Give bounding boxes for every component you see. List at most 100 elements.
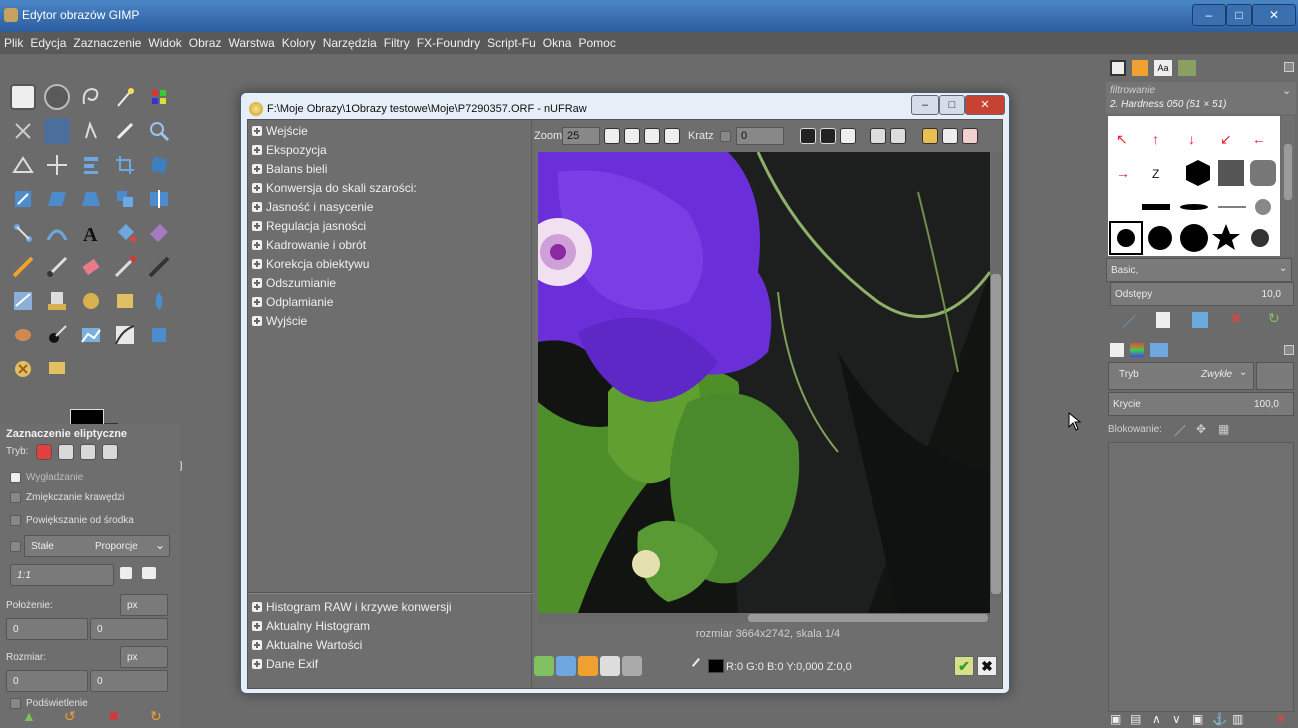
layers-menu-icon[interactable] <box>1284 345 1294 355</box>
measure-tool-icon[interactable] <box>10 152 36 178</box>
delete-brush-icon[interactable]: ✖ <box>1230 310 1242 327</box>
zoom-tool-icon[interactable] <box>146 118 172 144</box>
edit-brush-icon[interactable]: ／ <box>1122 312 1136 332</box>
spacing-slider[interactable]: Odstępy 10,0 <box>1110 282 1294 306</box>
zoom-input[interactable]: 25 <box>562 127 600 145</box>
color-picker-tool-icon[interactable] <box>112 118 138 144</box>
opacity-slider[interactable]: Krycie 100,0 <box>1108 392 1294 416</box>
foreground-color-select-icon[interactable] <box>44 322 70 348</box>
restore-options-icon[interactable]: ↺ <box>64 708 76 725</box>
position-y-input[interactable]: 0 <box>90 618 168 640</box>
menu-widok[interactable]: Widok <box>144 32 184 50</box>
white-bg-button[interactable] <box>840 128 856 144</box>
dock-menu-icon[interactable] <box>1284 62 1294 72</box>
menu-kolory[interactable]: Kolory <box>278 32 319 50</box>
underexposure-warning-icon[interactable] <box>890 128 906 144</box>
save-options-icon[interactable]: ▲ <box>22 708 36 724</box>
menu-zaznaczenie[interactable]: Zaznaczenie <box>69 32 144 50</box>
size-x-input[interactable]: 0 <box>6 670 88 692</box>
preview-vscrollbar[interactable] <box>990 152 1002 598</box>
unified-transform-tool-icon[interactable] <box>10 220 36 246</box>
brush-scroll-thumb[interactable] <box>1284 144 1292 200</box>
image-preview[interactable] <box>538 152 990 613</box>
hscroll-thumb[interactable] <box>748 614 988 622</box>
minimize-button[interactable]: – <box>1192 4 1226 26</box>
scissors-tool-icon[interactable] <box>10 118 36 144</box>
cage-tool-icon[interactable] <box>112 186 138 212</box>
overexposure-warning-icon[interactable] <box>870 128 886 144</box>
rotate-tool-icon[interactable] <box>146 152 172 178</box>
patterns-tab-icon[interactable] <box>1132 60 1148 76</box>
layer-mode-dropdown[interactable]: Tryb Zwykłe ⌄ <box>1108 362 1254 390</box>
ink-tool-icon[interactable] <box>146 254 172 280</box>
seamless-clone-tool-icon[interactable] <box>44 356 70 382</box>
zoom-in-button[interactable] <box>624 128 640 144</box>
paths-tab-icon[interactable] <box>1150 343 1168 357</box>
lock-pixels-icon[interactable]: ／ <box>1174 422 1186 439</box>
dialog-close-button[interactable]: ✕ <box>965 95 1005 115</box>
menu-filtry[interactable]: Filtry <box>380 32 413 50</box>
pane-divider[interactable] <box>248 592 532 594</box>
ellipse-select-tool-icon[interactable] <box>44 84 70 110</box>
feather-checkbox[interactable] <box>10 492 21 503</box>
bucket-fill-tool-icon[interactable] <box>112 220 138 246</box>
brushes-tab-icon[interactable] <box>1110 60 1126 76</box>
section-dane-exif[interactable]: Dane Exif <box>252 657 318 671</box>
gegl-tool-icon[interactable] <box>10 356 36 382</box>
portrait-icon[interactable] <box>120 567 132 579</box>
layers-list[interactable] <box>1108 442 1294 712</box>
landscape-icon[interactable] <box>142 567 156 579</box>
move-tool-icon[interactable] <box>44 152 70 178</box>
delete-layer-icon[interactable]: ✖ <box>1276 712 1286 726</box>
curves-tool-icon[interactable] <box>112 322 138 348</box>
black-bg-button[interactable] <box>820 128 836 144</box>
section-ekspozycja[interactable]: Ekspozycja <box>252 143 327 157</box>
layer-mask-icon[interactable]: ▥ <box>1232 712 1243 726</box>
save-icon[interactable] <box>600 656 620 676</box>
menu-fx-foundry[interactable]: FX-Foundry <box>413 32 483 50</box>
crop-black-button[interactable] <box>800 128 816 144</box>
anchor-layer-icon[interactable]: ⚓ <box>1212 712 1227 726</box>
lock-alpha-icon[interactable]: ▦ <box>1218 422 1229 436</box>
fixed-dropdown[interactable]: Stałe Proporcje ⌄ <box>24 535 170 557</box>
new-layer-group-icon[interactable]: ▤ <box>1130 712 1141 726</box>
section-korekcja-obiektywu[interactable]: Korekcja obiektywu <box>252 257 369 271</box>
chevron-down-icon[interactable]: ⌄ <box>1282 84 1291 97</box>
new-layer-icon[interactable]: ▣ <box>1110 712 1121 726</box>
levels-tool-icon[interactable] <box>78 322 104 348</box>
section-regulacja-jasnosci[interactable]: Regulacja jasności <box>252 219 366 233</box>
brush-filter-input[interactable]: filtrowanie <box>1110 85 1155 96</box>
crop-scissors-icon[interactable] <box>962 128 978 144</box>
blur-tool-icon[interactable] <box>112 288 138 314</box>
position-x-input[interactable]: 0 <box>6 618 88 640</box>
expand-center-checkbox[interactable] <box>10 515 21 526</box>
section-jasnosc-nasycenie[interactable]: Jasność i nasycenie <box>252 200 373 214</box>
ratio-field[interactable]: 1:1 <box>10 564 114 586</box>
tools-icon[interactable] <box>622 656 642 676</box>
handle-transform-tool-icon[interactable] <box>146 322 172 348</box>
mode-intersect-button[interactable] <box>102 444 118 460</box>
refresh-brushes-icon[interactable]: ↻ <box>1268 310 1280 327</box>
free-select-tool-icon[interactable] <box>78 84 104 110</box>
align-tool-icon[interactable] <box>78 152 104 178</box>
menu-edycja[interactable]: Edycja <box>26 32 69 50</box>
paintbrush-tool-icon[interactable] <box>44 254 70 280</box>
grid-input[interactable]: 0 <box>736 127 784 145</box>
crop-tool-icon[interactable] <box>112 152 138 178</box>
menu-plik[interactable]: Plik <box>0 32 26 50</box>
grid-checkbox[interactable] <box>720 131 731 142</box>
zoom-100-button[interactable] <box>664 128 680 144</box>
menu-warstwa[interactable]: Warstwa <box>224 32 277 50</box>
menu-pomoc[interactable]: Pomoc <box>574 32 618 50</box>
new-brush-icon[interactable] <box>1156 312 1170 328</box>
dodge-burn-tool-icon[interactable] <box>10 322 36 348</box>
menu-script-fu[interactable]: Script-Fu <box>483 32 539 50</box>
preview-hscrollbar[interactable] <box>538 613 990 623</box>
brush-vscrollbar[interactable] <box>1282 116 1294 256</box>
antialias-checkbox[interactable] <box>10 472 21 483</box>
section-aktualny-histogram[interactable]: Aktualny Histogram <box>252 619 370 633</box>
section-odplamianie[interactable]: Odplamianie <box>252 295 333 309</box>
delete-options-icon[interactable]: ✖ <box>108 708 120 725</box>
brush-set-dropdown[interactable]: Basic, ⌄ <box>1106 258 1292 282</box>
fuzzy-select-tool-icon[interactable] <box>112 84 138 110</box>
